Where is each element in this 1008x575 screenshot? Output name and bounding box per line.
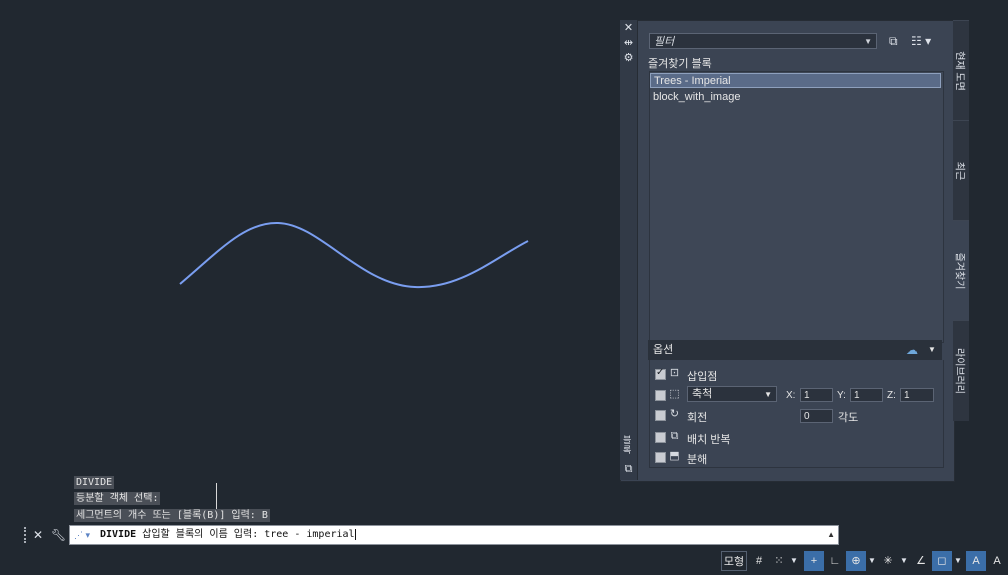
angle-input[interactable]: 0 — [800, 409, 833, 423]
command-history-line: 등분할 객체 선택: — [74, 492, 161, 505]
object-snap-tracking-icon[interactable]: ✳ — [879, 551, 897, 571]
command-prompt-text: 삽입할 블록의 이름 입력: tree - imperial — [136, 529, 355, 540]
command-history-line: 세그먼트의 개수 또는 [블록(B)] 입력: B — [74, 509, 270, 522]
palette-titlebar[interactable]: ✕ ⇹ ⚙ 블록 ⧉ — [620, 20, 638, 480]
tab-label: 최근 — [953, 161, 965, 181]
block-item-trees-imperial[interactable]: Trees - Imperial — [650, 73, 941, 88]
chevron-down-icon[interactable]: ▼ — [954, 551, 962, 571]
isodraft-icon[interactable]: ∠ — [912, 551, 930, 571]
block-list[interactable]: Trees - Imperial block_with_image — [649, 71, 944, 343]
view-options-icon[interactable]: ☷ ▾ — [911, 33, 939, 49]
scale-x-input[interactable]: 1 — [800, 388, 833, 402]
options-title: 옵션 — [653, 344, 674, 356]
chevron-up-icon[interactable]: ▲ — [827, 526, 835, 544]
annotation-visibility-icon[interactable]: A — [966, 551, 986, 571]
auto-hide-icon[interactable]: ⇹ — [622, 37, 635, 50]
tab-label: 즐겨찾기 — [953, 252, 965, 290]
chevron-down-icon[interactable]: ▼ — [900, 551, 908, 571]
rotation-label: 회전 — [687, 412, 708, 424]
chevron-down-icon[interactable]: ▼ — [928, 340, 936, 360]
command-prompt: DIVIDE 삽입할 블록의 이름 입력: tree - imperial — [100, 526, 356, 544]
grid-icon[interactable]: # — [750, 551, 768, 571]
scale-y-input[interactable]: 1 — [850, 388, 883, 402]
curve-path[interactable] — [179, 221, 529, 289]
blocks-icon: ⧉ — [624, 463, 633, 475]
browse-icon[interactable]: ⧉ — [889, 33, 905, 49]
options-header[interactable]: 옵션 ☁ ▼ — [648, 340, 942, 360]
chevron-down-icon[interactable]: ▼ — [790, 551, 798, 571]
rotate-icon: ↻ — [669, 408, 680, 420]
recent-commands-icon[interactable]: ⋰ ▾ — [74, 526, 90, 544]
close-icon[interactable]: ✕ — [622, 22, 635, 35]
explode-checkbox[interactable] — [655, 452, 666, 463]
explode-icon: ⬒ — [669, 450, 680, 462]
palette-title: 블록 — [623, 435, 632, 455]
command-input[interactable]: ⋰ ▾ DIVIDE 삽입할 블록의 이름 입력: tree - imperia… — [69, 525, 839, 545]
scale-dropdown[interactable]: 축척 ▼ — [687, 386, 777, 402]
chevron-down-icon[interactable]: ▼ — [868, 551, 876, 571]
explode-label: 분해 — [687, 454, 708, 466]
tab-recent[interactable]: 최근 — [953, 120, 969, 221]
sine-curve[interactable] — [0, 0, 620, 520]
tab-favorites[interactable]: 즐겨찾기 — [953, 220, 969, 321]
repeat-placement-checkbox[interactable] — [655, 432, 666, 443]
scale-z-input[interactable]: 1 — [900, 388, 934, 402]
cloud-icon[interactable]: ☁ — [906, 340, 918, 360]
z-label: Z: — [887, 390, 896, 401]
repeat-placement-label: 배치 반복 — [687, 434, 731, 446]
tab-label: 라이브러리 — [953, 348, 965, 394]
text-caret — [354, 528, 356, 540]
polar-tracking-icon[interactable]: ⊕ — [846, 551, 866, 571]
block-item-block-with-image[interactable]: block_with_image — [650, 90, 941, 105]
tab-current-drawing[interactable]: 현재 도면 — [953, 20, 969, 121]
palette-side-tabs: 현재 도면 최근 즐겨찾기 라이브러리 — [953, 20, 969, 421]
wrench-icon[interactable]: 🔧︎ — [51, 527, 66, 543]
repeat-placement-icon: ⧉ — [670, 430, 679, 442]
filter-value: 필터 — [654, 36, 675, 48]
angle-label: 각도 — [838, 412, 859, 424]
command-history-line: DIVIDE — [74, 476, 115, 489]
close-icon[interactable]: ✕ — [33, 527, 43, 543]
crosshair-cursor — [216, 483, 217, 509]
insertion-point-icon: ⊡ — [669, 367, 680, 379]
command-name: DIVIDE — [100, 529, 137, 540]
model-tab[interactable]: 모형 — [721, 551, 747, 571]
command-line-grip[interactable] — [24, 527, 31, 543]
annotation-autoscale-icon[interactable]: A — [988, 551, 1006, 571]
infer-constraints-icon[interactable]: + — [804, 551, 824, 571]
scale-icon: ⬚ — [669, 388, 680, 400]
x-label: X: — [786, 390, 796, 401]
chevron-down-icon: ▼ — [864, 37, 872, 46]
insertion-point-checkbox[interactable] — [655, 367, 666, 380]
tab-libraries[interactable]: 라이브러리 — [953, 320, 969, 421]
scale-value: 축척 — [692, 388, 713, 400]
chevron-down-icon: ▼ — [764, 390, 772, 399]
scale-checkbox[interactable] — [655, 390, 666, 401]
snap-icon[interactable]: ⁙ — [771, 551, 787, 571]
ortho-icon[interactable]: ∟ — [826, 551, 844, 571]
y-label: Y: — [837, 390, 846, 401]
rotation-checkbox[interactable] — [655, 410, 666, 421]
filter-dropdown[interactable]: 필터 ▼ — [649, 33, 877, 49]
insertion-point-label: 삽입점 — [687, 371, 718, 383]
favorites-title: 즐겨찾기 블록 — [648, 58, 712, 70]
object-snap-icon[interactable]: ◻ — [932, 551, 952, 571]
tab-label: 현재 도면 — [953, 51, 965, 91]
properties-icon[interactable]: ⚙ — [622, 52, 635, 65]
